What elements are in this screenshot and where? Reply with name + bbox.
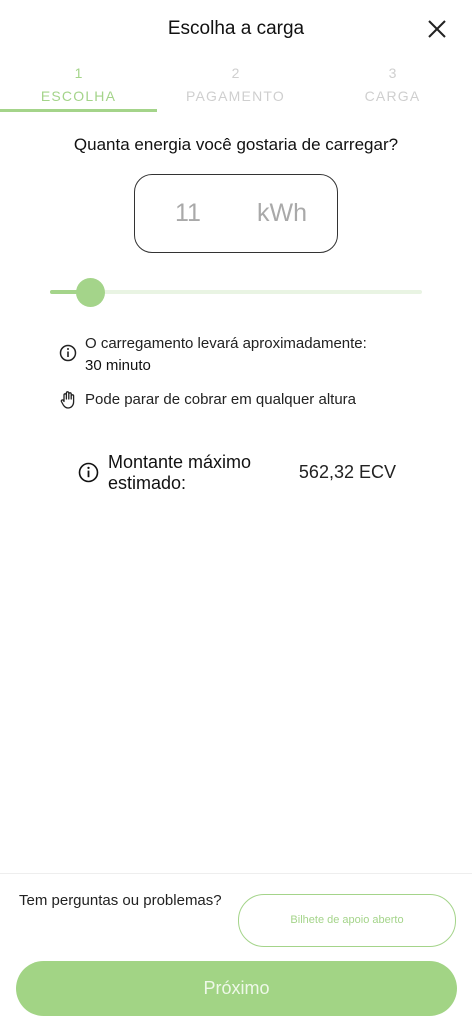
step-number: 2: [231, 65, 240, 81]
stop-info: Pode parar de cobrar em qualquer altura: [57, 390, 417, 412]
estimate-label: Montante máximo estimado:: [108, 452, 252, 493]
duration-value: 30 minuto: [85, 357, 151, 374]
step-pagamento: 2 PAGAMENTO: [157, 64, 314, 112]
active-step-underline: [0, 109, 157, 112]
step-label: CARGA: [364, 88, 421, 104]
hand-icon: [60, 391, 75, 409]
info-icon: [59, 344, 77, 362]
step-number: 3: [388, 65, 397, 81]
slider-track: [50, 290, 422, 294]
step-label: PAGAMENTO: [186, 88, 285, 104]
slider-thumb[interactable]: [76, 278, 106, 307]
energy-value: 11: [175, 199, 201, 227]
energy-slider[interactable]: [48, 277, 424, 307]
duration-label: O carregamento levará aproximadamente:: [85, 335, 367, 352]
next-button[interactable]: Próximo: [16, 961, 457, 1016]
close-icon: [428, 20, 446, 38]
page-title: Escolha a carga: [167, 18, 305, 39]
help-question: Tem perguntas ou problemas?: [19, 892, 222, 909]
energy-question: Quanta energia você gostaria de carregar…: [73, 135, 399, 154]
estimate-row: Montante máximo estimado: 562,32 ECV: [78, 452, 398, 496]
step-label: ESCOLHA: [40, 88, 117, 104]
step-number: 1: [74, 65, 83, 81]
info-icon: [78, 462, 99, 483]
close-button[interactable]: [424, 16, 450, 42]
footer-divider: [0, 873, 472, 874]
estimate-value: 562,32 ECV: [298, 462, 396, 482]
duration-info: O carregamento levará aproximadamente: 3…: [57, 335, 417, 377]
step-escolha: 1 ESCOLHA: [0, 64, 157, 112]
step-carga: 3 CARGA: [314, 64, 471, 112]
energy-input[interactable]: 11 kWh: [134, 174, 338, 253]
stop-note: Pode parar de cobrar em qualquer altura: [85, 391, 356, 408]
energy-unit: kWh: [257, 199, 307, 227]
step-indicator: 1 ESCOLHA 2 PAGAMENTO 3 CARGA: [0, 64, 472, 114]
open-support-ticket-button[interactable]: Bilhete de apoio aberto: [238, 894, 456, 947]
header: Escolha a carga: [0, 0, 472, 60]
